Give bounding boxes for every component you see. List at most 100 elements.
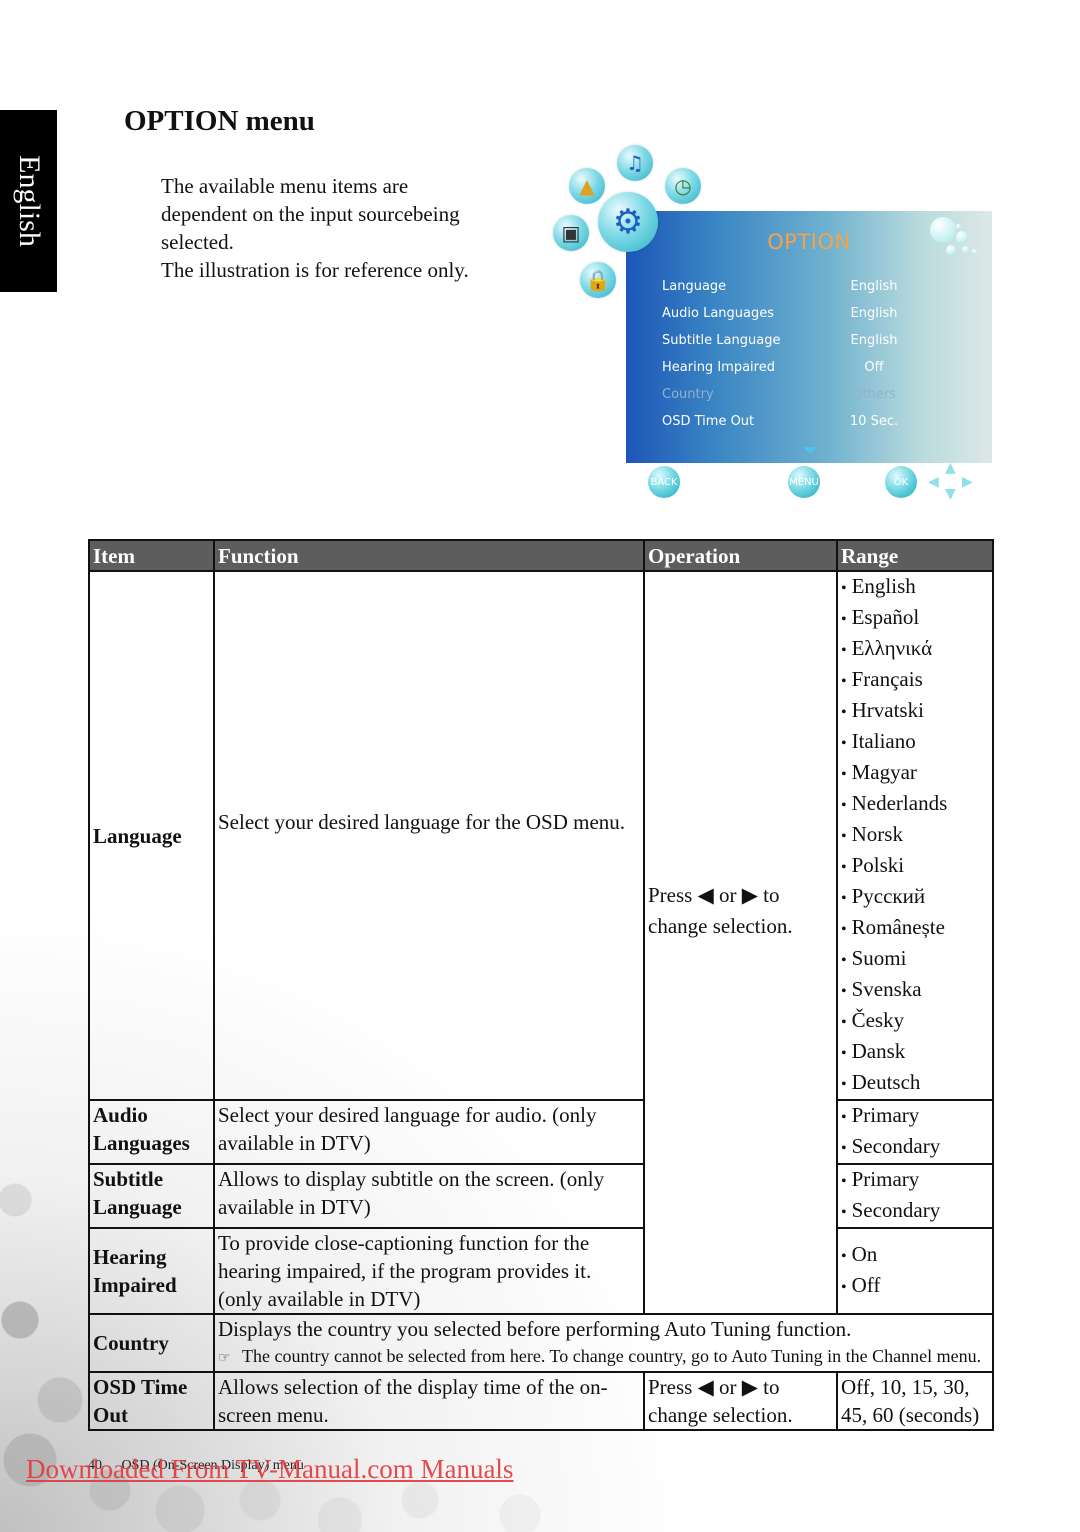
range-option: Secondary: [841, 1196, 989, 1227]
osd-row-label: Country: [662, 387, 714, 402]
range-option: Hrvatski: [841, 696, 989, 727]
header-item: Item: [88, 539, 215, 572]
range-option: Suomi: [841, 944, 989, 975]
range-option: On: [841, 1240, 989, 1271]
range-cell: Primary Secondary: [836, 1099, 994, 1165]
item-cell: Language: [88, 570, 215, 1101]
range-option: Italiano: [841, 727, 989, 758]
range-option: Nederlands: [841, 789, 989, 820]
ok-button: OK: [885, 466, 917, 498]
osd-row: Audio Languages English: [662, 306, 962, 326]
osd-row-label: Language: [662, 279, 727, 294]
music-icon: ♫: [617, 145, 653, 181]
range-option: Español: [841, 603, 989, 634]
item-cell: Country: [88, 1313, 215, 1373]
table-row-audio-languages: Audio Languages Select your desired lang…: [88, 1099, 994, 1165]
function-cell: Displays the country you selected before…: [213, 1313, 994, 1373]
table-row-subtitle-language: Subtitle Language Allows to display subt…: [88, 1163, 994, 1229]
range-option: Românește: [841, 913, 989, 944]
decorative-bubbles-icon: [928, 213, 988, 263]
osd-row-value: 10 Sec.: [849, 414, 899, 429]
function-cell: To provide close-captioning function for…: [213, 1227, 645, 1315]
pointing-hand-icon: ☞: [218, 1350, 231, 1366]
picture-icon: ▲: [569, 168, 605, 204]
operation-cell: Press ◀ or ▶ to change selection.: [643, 570, 838, 1315]
range-list: On Off: [841, 1240, 989, 1302]
note: ☞ The country cannot be selected from her…: [218, 1343, 989, 1371]
range-option: Primary: [841, 1101, 989, 1132]
range-list: Primary Secondary: [841, 1101, 989, 1163]
range-option: Magyar: [841, 758, 989, 789]
language-side-tab: English: [0, 110, 57, 292]
function-cell: Allows selection of the display time of …: [213, 1371, 645, 1431]
osd-row-label: OSD Time Out: [662, 414, 755, 429]
osd-row-value: Off: [864, 360, 884, 375]
osd-row-value: English: [850, 306, 898, 321]
osd-row-value: Others: [852, 387, 896, 402]
osd-row-value: English: [850, 279, 898, 294]
intro-line: The illustration is for reference only.: [161, 258, 469, 282]
range-cell: English Español Ελληνικά Français Hrvats…: [836, 570, 994, 1101]
range-option: Off: [841, 1271, 989, 1302]
table-row-osd-time-out: OSD Time Out Allows selection of the dis…: [88, 1371, 994, 1431]
range-option: Polski: [841, 851, 989, 882]
note-text: The country cannot be selected from here…: [242, 1346, 982, 1366]
function-text: Select your desired language for the OSD…: [218, 809, 626, 834]
function-text: Displays the country you selected before…: [218, 1317, 852, 1341]
range-cell: On Off: [836, 1227, 994, 1315]
range-option: Svenska: [841, 975, 989, 1006]
range-cell: Primary Secondary: [836, 1163, 994, 1229]
osd-row-label: Subtitle Language: [662, 333, 781, 348]
intro-line: The available menu items are: [161, 174, 409, 198]
osd-row-label: Hearing Impaired: [662, 360, 775, 375]
table-row-language: Language Select your desired language fo…: [88, 570, 994, 1315]
range-list: English Español Ελληνικά Français Hrvats…: [841, 572, 989, 1099]
intro-line: dependent on the input sourcebeing: [161, 202, 460, 226]
function-cell: Allows to display subtitle on the screen…: [213, 1163, 645, 1229]
osd-row: OSD Time Out 10 Sec.: [662, 414, 962, 434]
intro-text: The available menu items are dependent o…: [161, 172, 531, 284]
osd-row-label: Audio Languages: [662, 306, 775, 321]
osd-row-value: English: [850, 333, 898, 348]
table-row-country: Country Displays the country you selecte…: [88, 1313, 994, 1373]
clock-globe-icon: ◷: [665, 168, 701, 204]
item-cell: OSD Time Out: [88, 1371, 215, 1431]
header-function: Function: [213, 539, 645, 572]
tv-icon: ▣: [553, 215, 589, 251]
range-option: Primary: [841, 1165, 989, 1196]
page-title: OPTION menu: [124, 105, 315, 137]
header-range: Range: [836, 539, 994, 572]
scroll-down-arrow-icon: [803, 447, 817, 454]
item-cell: Audio Languages: [88, 1099, 215, 1165]
intro-line: selected.: [161, 230, 234, 254]
option-menu-table: Item Function Operation Range Language S…: [88, 539, 994, 1431]
range-option: Česky: [841, 1006, 989, 1037]
osd-row-disabled: Country Others: [662, 387, 962, 407]
osd-row: Hearing Impaired Off: [662, 360, 962, 380]
function-cell: Select your desired language for the OSD…: [213, 570, 645, 1101]
range-option: Ελληνικά: [841, 634, 989, 665]
range-option: Русский: [841, 882, 989, 913]
range-list: Primary Secondary: [841, 1165, 989, 1227]
osd-row: Subtitle Language English: [662, 333, 962, 353]
operation-text: Press ◀ or ▶ to change selection.: [648, 883, 793, 938]
range-option: Secondary: [841, 1132, 989, 1163]
item-cell: Subtitle Language: [88, 1163, 215, 1229]
function-cell: Select your desired language for audio. …: [213, 1099, 645, 1165]
download-watermark-link[interactable]: Downloaded From TV-Manual.com Manuals: [26, 1454, 513, 1485]
range-option: Deutsch: [841, 1068, 989, 1099]
back-button: BACK: [648, 466, 680, 498]
dpad-arrows-icon: ▲ ◀ ▶ ▼: [928, 460, 973, 502]
table-header-row: Item Function Operation Range: [88, 539, 994, 572]
menu-button: MENU: [788, 466, 820, 498]
language-side-tab-label: English: [12, 155, 46, 247]
osd-row: Language English: [662, 279, 962, 299]
range-option: Français: [841, 665, 989, 696]
lock-icon: 🔒: [580, 262, 616, 298]
header-operation: Operation: [643, 539, 838, 572]
operation-cell: Press ◀ or ▶ to change selection.: [643, 1371, 838, 1431]
item-cell: Hearing Impaired: [88, 1227, 215, 1315]
range-cell: Off, 10, 15, 30, 45, 60 (seconds): [836, 1371, 994, 1431]
gear-icon: ⚙: [598, 192, 658, 252]
range-option: Dansk: [841, 1037, 989, 1068]
